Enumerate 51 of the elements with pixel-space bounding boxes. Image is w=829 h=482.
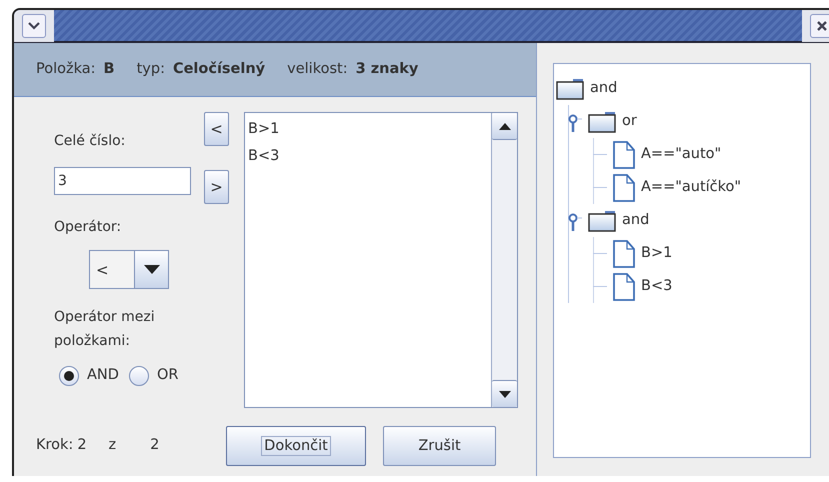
scroll-down-button[interactable]	[492, 380, 517, 407]
folder-icon	[588, 110, 616, 132]
field-label: velikost:	[287, 60, 348, 79]
document-icon	[613, 240, 635, 268]
field-label: Operátor:	[54, 218, 122, 237]
close-button[interactable]	[810, 14, 829, 38]
caret-down-icon	[498, 390, 510, 398]
step-label: Krok:	[36, 436, 74, 456]
chevron-down-icon	[28, 22, 40, 30]
radio-label[interactable]: AND	[87, 365, 119, 387]
step-separator: z	[108, 436, 116, 456]
document-icon	[613, 174, 635, 202]
tree-node-label[interactable]: A=="autíčko"	[641, 176, 742, 198]
field-value: 3 znaky	[356, 60, 418, 79]
list-item[interactable]: B<3	[245, 143, 491, 170]
move-button[interactable]: <	[204, 112, 229, 146]
field-value: Celočíselný	[172, 60, 266, 79]
radio-button[interactable]	[128, 366, 149, 386]
field-label: Celé číslo:	[54, 132, 126, 151]
document-icon	[613, 272, 635, 300]
close-icon	[817, 20, 827, 30]
folder-icon	[588, 210, 616, 232]
field-label: Položka:	[36, 60, 96, 79]
expanded-handle-icon[interactable]	[568, 210, 582, 230]
document-icon	[613, 140, 635, 168]
tree-node-label[interactable]: or	[622, 110, 637, 132]
scroll-up-button[interactable]	[492, 113, 517, 140]
field-label: Operátor mezi položkami:	[54, 308, 156, 351]
step-number: 2	[150, 436, 160, 456]
folder-icon	[556, 78, 584, 100]
radio-label[interactable]: OR	[156, 365, 178, 387]
caret-up-icon	[498, 122, 510, 130]
caret-icon	[144, 265, 160, 274]
window-menu-button[interactable]	[22, 14, 46, 38]
operator-combo[interactable]: <	[89, 250, 169, 289]
tree-node-label[interactable]: and	[590, 78, 618, 100]
scrollbar[interactable]	[491, 113, 517, 407]
radio-button[interactable]	[59, 366, 79, 386]
dialog-button[interactable]: Zrušit	[383, 426, 496, 466]
expanded-handle-icon[interactable]	[568, 112, 582, 132]
dialog-button[interactable]: Dokončit	[226, 426, 366, 466]
number-field[interactable]: 3	[54, 167, 191, 195]
tree-node-label[interactable]: B>1	[641, 242, 672, 264]
step-number: 2	[77, 436, 87, 456]
tree-node-label[interactable]: A=="auto"	[641, 144, 722, 166]
field-value: B	[104, 60, 115, 79]
tree-node-label[interactable]: B<3	[641, 276, 672, 298]
field-label: typ:	[136, 60, 165, 79]
tree-node-label[interactable]: and	[622, 210, 650, 232]
list-item[interactable]: B>1	[245, 116, 491, 143]
move-button[interactable]: >	[204, 170, 229, 204]
